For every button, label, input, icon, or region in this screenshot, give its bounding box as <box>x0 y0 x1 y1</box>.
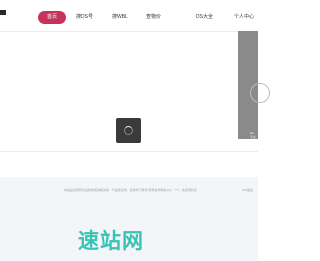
side-panel-caption: Ba 专业 <box>250 131 256 139</box>
nav-search-wbl[interactable]: 搜WBL <box>112 11 128 24</box>
site-logo[interactable] <box>0 10 6 15</box>
footer-description: 本站是全网同比最新的值得相关的 · 不适用法律，仅供学习参考 聘用合作联系QQ：… <box>64 188 197 192</box>
spinner-icon <box>124 126 133 135</box>
content-divider <box>0 151 258 152</box>
nav-ds-directory[interactable]: DS大全 <box>196 11 213 24</box>
loading-overlay <box>116 118 141 143</box>
side-caption-line2: 专业 <box>250 135 257 139</box>
qr-code-icon <box>250 83 270 103</box>
site-header: 首页 搜DS号 搜WBL 查物价 DS大全 个人中心 <box>0 0 258 32</box>
nav-home[interactable]: 首页 <box>38 11 66 24</box>
watermark-logo: 速站网 <box>78 229 144 253</box>
side-floating-panel[interactable]: Ba 专业 <box>238 31 270 139</box>
nav-user-center[interactable]: 个人中心 <box>234 11 254 24</box>
main-nav: 首页 搜DS号 搜WBL 查物价 DS大全 个人中心 <box>38 11 258 24</box>
footer-icp-link[interactable]: ICP备案 <box>242 188 253 192</box>
header-divider <box>0 31 258 32</box>
nav-search-ds[interactable]: 搜DS号 <box>76 11 93 24</box>
nav-price-check[interactable]: 查物价 <box>146 11 161 24</box>
